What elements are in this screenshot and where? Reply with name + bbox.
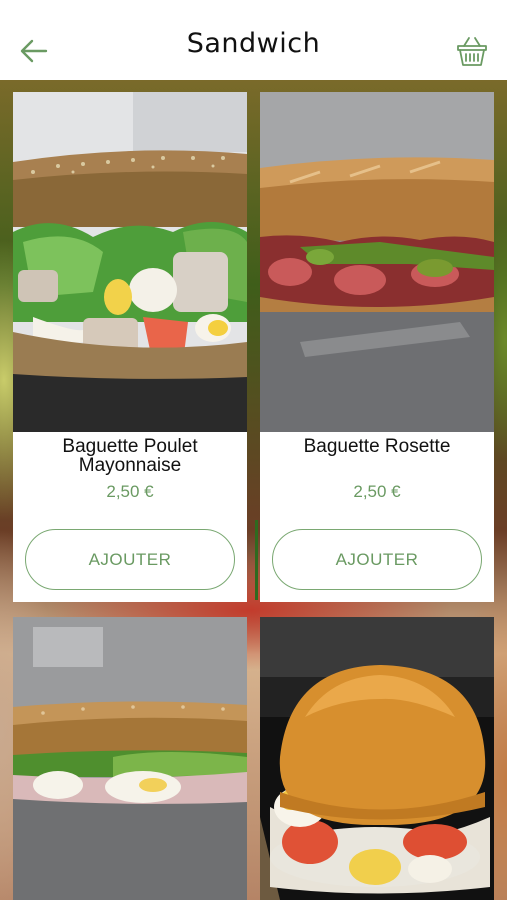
product-name: Baguette Poulet Mayonnaise bbox=[62, 436, 198, 476]
chicken-mayonnaise-baguette-photo bbox=[13, 92, 247, 432]
add-to-cart-button[interactable]: AJOUTER bbox=[25, 529, 235, 590]
product-price: 2,50 € bbox=[106, 482, 154, 501]
page-title: Sandwich bbox=[186, 28, 321, 59]
egg-burger-bun-photo bbox=[260, 617, 494, 900]
product-card[interactable] bbox=[260, 617, 494, 900]
basket-icon[interactable] bbox=[455, 34, 489, 68]
product-name: Baguette Rosette bbox=[303, 436, 451, 457]
ham-egg-baguette-photo bbox=[13, 617, 247, 900]
product-card[interactable]: Baguette Poulet Mayonnaise 2,50 € AJOUTE… bbox=[13, 92, 247, 602]
product-price: 2,50 € bbox=[353, 482, 401, 501]
product-card[interactable] bbox=[13, 617, 247, 900]
add-to-cart-button[interactable]: AJOUTER bbox=[272, 529, 482, 590]
rosette-baguette-photo bbox=[260, 92, 494, 432]
product-card[interactable]: Baguette Rosette 2,50 € AJOUTER bbox=[260, 92, 494, 602]
top-bar: Sandwich bbox=[0, 0, 507, 80]
edge-divider bbox=[255, 520, 258, 600]
